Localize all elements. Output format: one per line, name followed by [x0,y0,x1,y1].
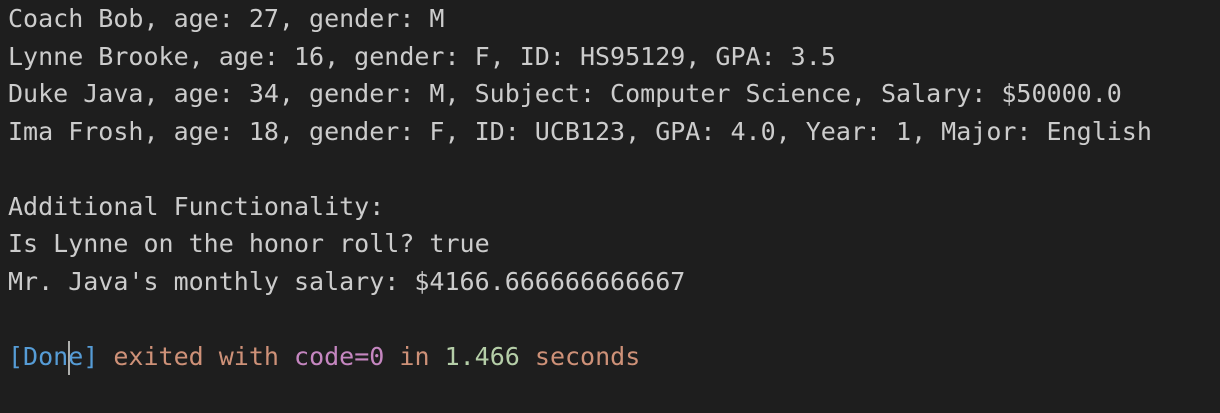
done-tag: [Done] [8,341,99,371]
in-text: in [399,341,430,371]
cursor-line [8,300,1220,375]
output-line: Coach Bob, age: 27, gender: M [8,4,445,33]
output-line: Mr. Java's monthly salary: $4166.6666666… [8,266,686,296]
output-line: Duke Java, age: 34, gender: M, Subject: … [8,79,1122,108]
output-line: Lynne Brooke, age: 16, gender: F, ID: HS… [8,41,836,71]
exit-code: code=0 [294,341,385,371]
run-duration: 1.466 [444,341,520,371]
run-status-line: [Done] exited with code=0 in 1.466 secon… [8,338,1220,376]
output-line: Additional Functionality: [8,191,385,221]
exited-with-text: exited with [113,341,279,371]
output-terminal[interactable]: Coach Bob, age: 27, gender: M Lynne Broo… [8,0,1220,409]
output-line: Is Lynne on the honor roll? true [8,229,490,258]
duration-unit: seconds [534,341,641,371]
output-line: Ima Frosh, age: 18, gender: F, ID: UCB12… [8,116,1152,146]
